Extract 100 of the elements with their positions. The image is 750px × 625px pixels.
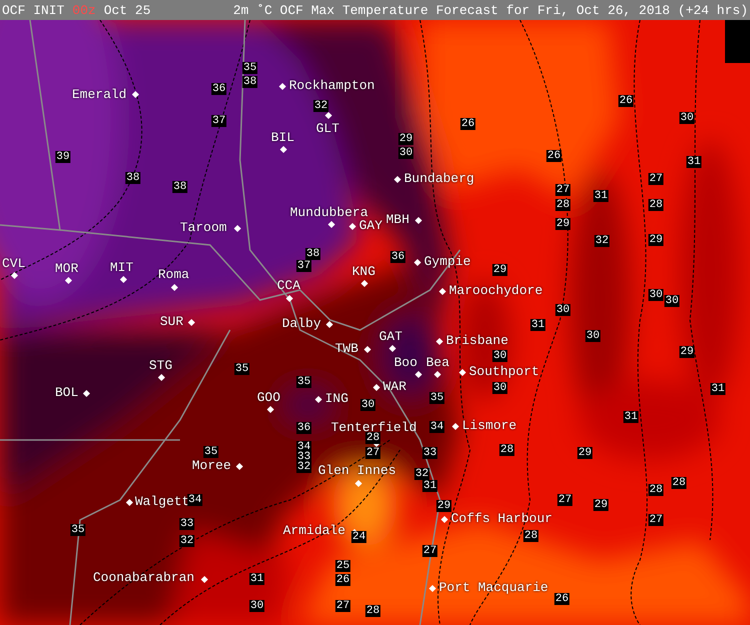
contour-label: 35 <box>70 524 86 536</box>
contour-label: 35 <box>203 446 219 458</box>
contour-label: 29 <box>492 264 508 276</box>
contour-label: 30 <box>664 295 680 307</box>
contour-label: 28 <box>648 484 664 496</box>
init-label: OCF INIT <box>2 2 64 18</box>
contour-label: 26 <box>546 150 562 162</box>
contour-label: 29 <box>648 234 664 246</box>
place-label: Gympie <box>424 254 471 269</box>
contour-label: 27 <box>335 600 351 612</box>
contour-label: 30 <box>492 350 508 362</box>
contour-label: 38 <box>305 248 321 260</box>
contour-label: 32 <box>414 468 430 480</box>
contour-label: 27 <box>365 447 381 459</box>
contour-label: 37 <box>296 260 312 272</box>
contour-label: 29 <box>577 447 593 459</box>
contour-label: 34 <box>429 421 445 433</box>
contour-label: 29 <box>398 133 414 145</box>
contour-label: 27 <box>648 514 664 526</box>
place-label: Mundubbera <box>290 205 368 220</box>
contour-label: 35 <box>296 376 312 388</box>
contour-label: 30 <box>585 330 601 342</box>
place-label: TWB <box>335 341 358 356</box>
contour-label: 38 <box>125 172 141 184</box>
place-label: Dalby <box>282 316 322 331</box>
place-label: KNG <box>352 264 376 279</box>
place-label: CVL <box>2 256 26 271</box>
place-label: GOO <box>257 390 280 405</box>
contour-label: 36 <box>296 422 312 434</box>
place-label: BIL <box>271 130 294 145</box>
contour-label: 27 <box>422 545 438 557</box>
contour-label: 26 <box>460 118 476 130</box>
contour-label: 36 <box>211 83 227 95</box>
init-date: Oct 25 <box>104 2 151 18</box>
contour-label: 35 <box>234 363 250 375</box>
place-label: MBH <box>386 212 410 227</box>
place-label: Glen Innes <box>318 463 396 478</box>
contour-label: 33 <box>296 451 312 463</box>
contour-label: 32 <box>179 535 195 547</box>
place-label: Walgett <box>135 494 190 509</box>
place-label: BOL <box>55 385 78 400</box>
place-label: Bea <box>426 355 450 370</box>
place-label: SUR <box>160 314 184 329</box>
place-label: MOR <box>55 261 78 276</box>
contour-label: 30 <box>360 399 376 411</box>
contour-label: 30 <box>398 147 414 159</box>
contour-label: 33 <box>422 447 438 459</box>
contour-label: 28 <box>671 477 687 489</box>
contour-label: 28 <box>555 199 571 211</box>
contour-label: 27 <box>557 494 573 506</box>
place-label: Lismore <box>462 418 517 433</box>
contour-label: 30 <box>555 304 571 316</box>
contour-label: 28 <box>648 199 664 211</box>
place-label: GAT <box>379 329 402 344</box>
contour-label: 32 <box>296 461 312 473</box>
contour-label: 30 <box>249 600 265 612</box>
place-label: STG <box>149 358 172 373</box>
place-label: GAY <box>359 218 382 233</box>
place-label: Coffs Harbour <box>451 511 552 526</box>
chart-title: 2m ˚C OCF Max Temperature Forecast for Fri, Oct 26, 2018 (+24 hrs) <box>233 2 748 18</box>
place-label: Taroom <box>180 220 227 235</box>
contour-label: 28 <box>523 530 539 542</box>
contour-label: 26 <box>335 574 351 586</box>
place-label: WAR <box>383 379 406 394</box>
contour-label: 30 <box>679 112 695 124</box>
contour-label: 29 <box>436 500 452 512</box>
contour-label: 31 <box>686 156 702 168</box>
place-label: Roma <box>158 267 190 282</box>
place-label: Brisbane <box>446 333 508 348</box>
contour-label: 39 <box>55 151 71 163</box>
contour-label: 29 <box>593 499 609 511</box>
place-label: Bundaberg <box>404 171 474 186</box>
contour-label: 32 <box>313 100 329 112</box>
contour-label: 38 <box>172 181 188 193</box>
run-time: 00z <box>72 2 96 18</box>
contour-label: 32 <box>594 235 610 247</box>
contour-label: 34 <box>187 494 203 506</box>
contour-label: 25 <box>335 560 351 572</box>
contour-label: 31 <box>530 319 546 331</box>
contour-label: 29 <box>555 218 571 230</box>
place-label: Emerald <box>72 87 127 102</box>
contour-label: 35 <box>429 392 445 404</box>
contour-label: 28 <box>365 432 381 444</box>
contour-label: 30 <box>492 382 508 394</box>
place-label: Coonabarabran <box>93 570 194 585</box>
place-label: Southport <box>469 364 540 379</box>
contour-label: 34 <box>296 441 312 453</box>
place-label: Boo <box>394 355 418 370</box>
place-label: Armidale <box>283 523 346 538</box>
contour-label: 29 <box>679 346 695 358</box>
contour-label: 26 <box>554 593 570 605</box>
contour-label: 31 <box>249 573 265 585</box>
place-label: CCA <box>277 278 300 293</box>
contour-label: 27 <box>648 173 664 185</box>
contour-label: 31 <box>623 411 639 423</box>
contour-label: 36 <box>390 251 406 263</box>
place-label: Moree <box>192 458 232 473</box>
contour-label: 28 <box>365 605 381 617</box>
contour-label: 26 <box>618 95 634 107</box>
contour-label: 28 <box>499 444 515 456</box>
